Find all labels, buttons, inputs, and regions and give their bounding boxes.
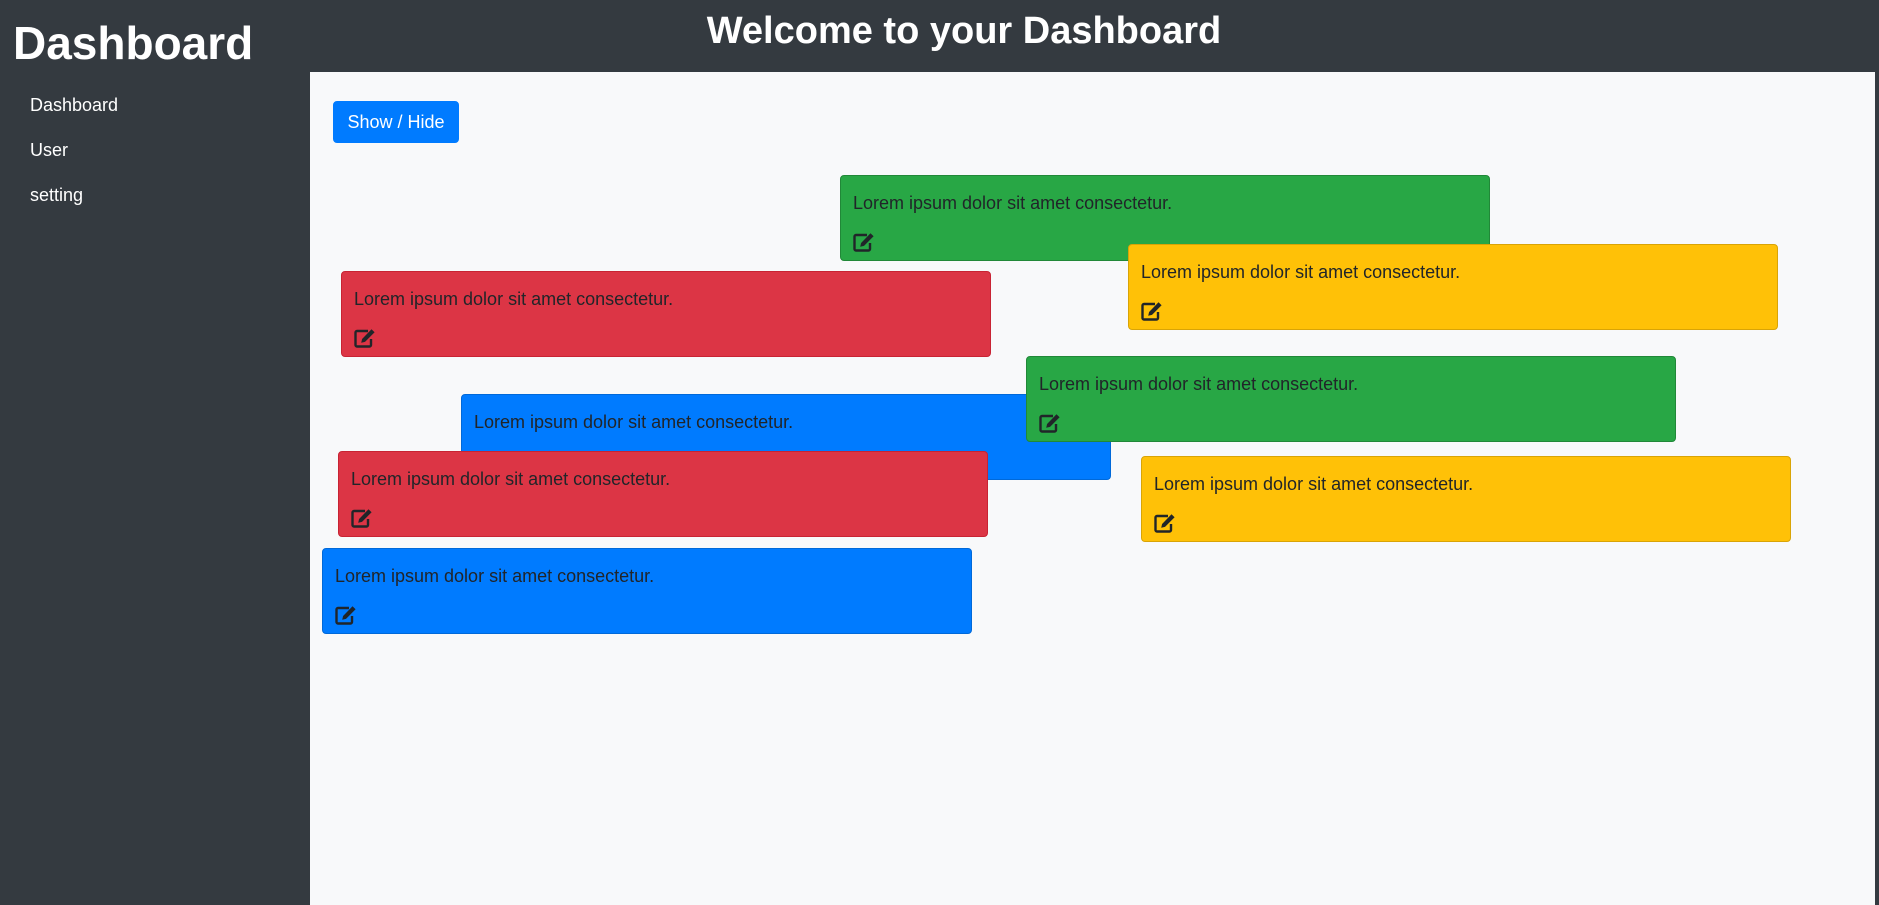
sidebar: Dashboard Dashboard User setting — [0, 0, 310, 905]
edit-icon[interactable] — [853, 232, 875, 252]
edit-icon[interactable] — [351, 508, 373, 528]
card-text: Lorem ipsum dolor sit amet consectetur. — [335, 566, 655, 586]
card-red-1[interactable]: Lorem ipsum dolor sit amet consectetur. — [341, 271, 991, 357]
card-yellow-1[interactable]: Lorem ipsum dolor sit amet consectetur. — [1128, 244, 1778, 330]
edit-icon[interactable] — [1141, 301, 1163, 321]
card-blue-2[interactable]: Lorem ipsum dolor sit amet consectetur. — [322, 548, 972, 634]
sidebar-item-user[interactable]: User — [30, 137, 118, 182]
sidebar-item-dashboard[interactable]: Dashboard — [30, 92, 118, 137]
edit-icon[interactable] — [335, 605, 357, 625]
card-text: Lorem ipsum dolor sit amet consectetur. — [354, 289, 674, 309]
show-hide-button[interactable]: Show / Hide — [333, 101, 459, 143]
sidebar-item-setting[interactable]: setting — [30, 182, 118, 227]
sidebar-brand: Dashboard — [13, 17, 254, 69]
card-yellow-2[interactable]: Lorem ipsum dolor sit amet consectetur. — [1141, 456, 1791, 542]
edit-icon[interactable] — [1039, 413, 1061, 433]
card-text: Lorem ipsum dolor sit amet consectetur. — [1039, 374, 1359, 394]
card-text: Lorem ipsum dolor sit amet consectetur. — [474, 412, 794, 432]
page-title: Welcome to your Dashboard — [706, 10, 1222, 52]
card-text: Lorem ipsum dolor sit amet consectetur. — [853, 193, 1173, 213]
card-text: Lorem ipsum dolor sit amet consectetur. — [1154, 474, 1474, 494]
edit-icon[interactable] — [1154, 513, 1176, 533]
header: Welcome to your Dashboard — [310, 0, 1875, 72]
edit-icon[interactable] — [354, 328, 376, 348]
card-text: Lorem ipsum dolor sit amet consectetur. — [1141, 262, 1461, 282]
sidebar-nav: Dashboard User setting — [30, 92, 118, 227]
window-edge — [1875, 0, 1879, 905]
card-red-2[interactable]: Lorem ipsum dolor sit amet consectetur. — [338, 451, 988, 537]
card-green-2[interactable]: Lorem ipsum dolor sit amet consectetur. — [1026, 356, 1676, 442]
card-text: Lorem ipsum dolor sit amet consectetur. — [351, 469, 671, 489]
main-content: Show / Hide Lorem ipsum dolor sit amet c… — [310, 72, 1875, 905]
